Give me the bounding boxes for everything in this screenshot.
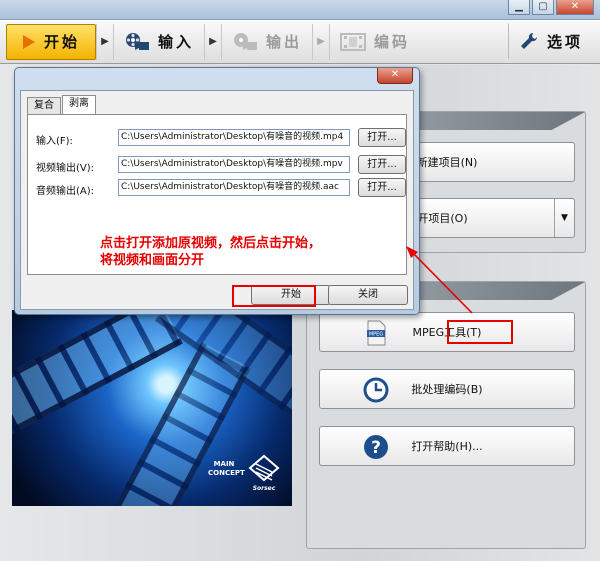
toolbar-options-label: 选项 <box>546 32 583 51</box>
splash-film-image: MAIN CONCEPT Sorsec <box>12 310 292 506</box>
video-output-open-button[interactable]: 打开... <box>358 155 406 174</box>
film-strip-decoration <box>12 310 183 443</box>
annotation-note: 点击打开添加原视频，然后点击开始， 将视频和画面分开 <box>100 235 340 269</box>
toolbar-options-button[interactable]: 选项 <box>508 23 594 59</box>
toolbar-start-label: 开始 <box>43 33 80 51</box>
wrench-icon <box>520 32 537 49</box>
film-reel-icon <box>233 32 257 50</box>
dialog-close-action-button[interactable]: 关闭 <box>328 285 408 305</box>
annotation-note-line-1: 点击打开添加原视频，然后点击开始， <box>100 236 322 251</box>
mpeg-demux-dialog: ✕ 复合 剥离 输入(F): C:\Users\Administrator\De… <box>14 67 420 315</box>
video-output-path-field[interactable]: C:\Users\Administrator\Desktop\有噪音的视频.mp… <box>118 156 350 173</box>
open-help-button[interactable]: ? 打开帮助(H)... <box>319 426 575 466</box>
annotation-note-line-2: 将视频和画面分开 <box>100 253 205 268</box>
toolbar-step-arrow-3: ▶ <box>312 23 330 60</box>
main-concept-logo: MAIN CONCEPT <box>208 460 245 477</box>
minimize-button[interactable]: ▁ <box>508 0 530 15</box>
audio-output-open-button[interactable]: 打开... <box>358 178 406 197</box>
dialog-body: 复合 剥离 输入(F): C:\Users\Administrator\Desk… <box>20 90 414 310</box>
sorsec-logo: Sorsec <box>246 454 282 492</box>
toolbar-output-label: 输出 <box>265 33 302 51</box>
open-project-dropdown-arrow[interactable]: ▼ <box>554 199 574 237</box>
video-output-row: 视频输出(V): C:\Users\Administrator\Desktop\… <box>28 155 406 175</box>
toolbar-step-arrow-1: ▶ <box>96 23 114 60</box>
tools-panel: MPEG MPEG工具(T) 批处理编码(B) ? 打开帮助(H)... <box>306 281 586 549</box>
film-strip-icon <box>339 32 366 51</box>
tab-multiplex[interactable]: 复合 <box>27 97 61 114</box>
batch-encode-button[interactable]: 批处理编码(B) <box>319 369 575 409</box>
window-title-bar: ▁ ▢ ✕ <box>0 0 600 20</box>
restore-button[interactable]: ▢ <box>532 0 554 15</box>
video-output-label: 视频输出(V): <box>36 163 95 174</box>
input-label: 输入(F): <box>36 136 73 147</box>
audio-output-label: 音频输出(A): <box>36 186 95 197</box>
window-controls: ▁ ▢ ✕ <box>508 0 594 15</box>
mpeg-tools-button[interactable]: MPEG MPEG工具(T) <box>319 312 575 352</box>
play-icon <box>22 34 35 49</box>
tab-demultiplex[interactable]: 剥离 <box>62 95 96 114</box>
toolbar-encode-label: 编码 <box>373 33 410 51</box>
toolbar-start-button[interactable]: 开始 <box>6 23 96 60</box>
audio-output-row: 音频输出(A): C:\Users\Administrator\Desktop\… <box>28 178 406 198</box>
toolbar-output-button[interactable]: 输出 <box>222 24 312 60</box>
batch-encode-label: 批处理编码(B) <box>411 383 483 396</box>
film-reel-icon <box>125 32 149 50</box>
toolbar-encode-button[interactable]: 编码 <box>330 24 420 60</box>
open-help-label: 打开帮助(H)... <box>411 440 483 453</box>
dialog-tabs: 复合 剥离 <box>27 95 96 114</box>
sorsec-logo-mark-icon <box>248 454 280 482</box>
mpeg-tools-label: MPEG工具(T) <box>412 326 482 339</box>
sorsec-logo-text: Sorsec <box>252 485 276 492</box>
main-toolbar: 开始 ▶ 输入 ▶ 输出 ▶ 编码 选项 <box>0 20 600 64</box>
input-path-field[interactable]: C:\Users\Administrator\Desktop\有噪音的视频.mp… <box>118 129 350 146</box>
toolbar-input-button[interactable]: 输入 <box>114 24 204 60</box>
toolbar-step-arrow-2: ▶ <box>204 23 222 60</box>
toolbar-input-label: 输入 <box>157 33 194 51</box>
dialog-start-button[interactable]: 开始 <box>251 285 331 305</box>
input-row: 输入(F): C:\Users\Administrator\Desktop\有噪… <box>28 128 406 148</box>
audio-output-path-field[interactable]: C:\Users\Administrator\Desktop\有噪音的视频.aa… <box>118 179 350 196</box>
close-button[interactable]: ✕ <box>556 0 594 15</box>
dialog-close-button[interactable]: ✕ <box>377 68 413 84</box>
input-open-button[interactable]: 打开... <box>358 128 406 147</box>
